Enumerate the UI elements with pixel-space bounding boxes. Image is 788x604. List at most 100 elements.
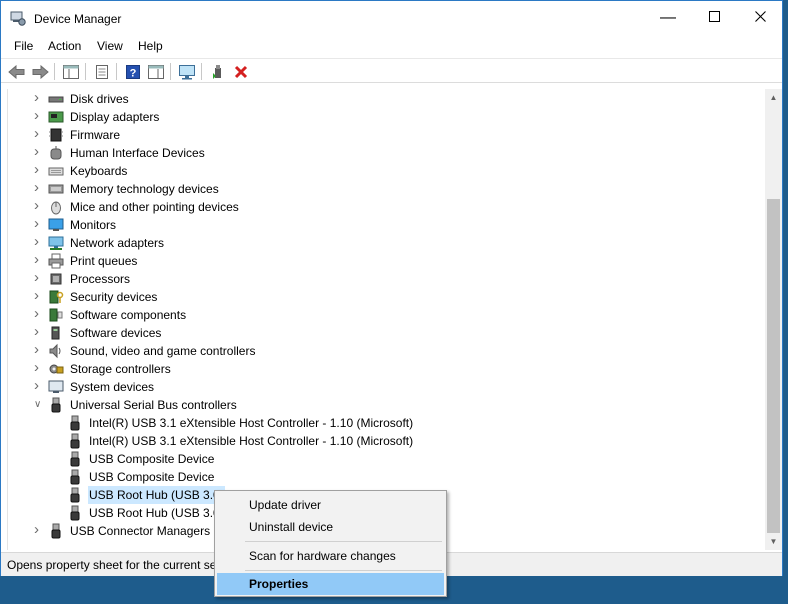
- tree-category[interactable]: › System devices: [8, 377, 765, 396]
- chevron-right-icon[interactable]: ›: [34, 341, 43, 359]
- tree-item-label: Processors: [70, 272, 131, 286]
- keyboard-icon: [48, 163, 64, 179]
- chevron-right-icon[interactable]: ›: [34, 215, 43, 233]
- tree-item-label: Storage controllers: [70, 362, 171, 376]
- tree-category[interactable]: › Mice and other pointing devices: [8, 197, 765, 216]
- chevron-right-icon[interactable]: ›: [34, 197, 43, 215]
- chevron-right-icon[interactable]: ›: [34, 89, 43, 107]
- tree-category[interactable]: › Storage controllers: [8, 359, 765, 378]
- device-tree[interactable]: › Disk drives › Display adapters › Firmware › H…: [7, 89, 765, 550]
- vertical-scrollbar[interactable]: ▲ ▼: [765, 89, 782, 550]
- tree-item-label: Sound, video and game controllers: [70, 344, 256, 358]
- tree-category[interactable]: › Processors: [8, 269, 765, 288]
- minimize-button[interactable]: —: [645, 1, 691, 35]
- system-device-icon: [48, 379, 64, 395]
- tree-category[interactable]: › Display adapters: [8, 107, 765, 126]
- toolbar-separator: [116, 63, 117, 80]
- menu-view[interactable]: View: [97, 39, 123, 53]
- chevron-right-icon[interactable]: ›: [34, 107, 43, 125]
- device-manager-icon: [10, 10, 26, 26]
- back-button[interactable]: [7, 62, 27, 81]
- processor-icon: [48, 271, 64, 287]
- chevron-right-icon[interactable]: ›: [34, 377, 43, 395]
- action-pane-button[interactable]: [146, 62, 166, 81]
- tree-category[interactable]: › Software components: [8, 305, 765, 324]
- menu-item-uninstall-device[interactable]: Uninstall device: [217, 516, 444, 538]
- tree-device[interactable]: USB Composite Device: [8, 450, 765, 468]
- tree-device[interactable]: USB Composite Device: [8, 468, 765, 486]
- printer-icon: [48, 253, 64, 269]
- tree-category[interactable]: › Monitors: [8, 215, 765, 234]
- tree-category[interactable]: › Sound, video and game controllers: [8, 341, 765, 360]
- menu-action[interactable]: Action: [48, 39, 81, 53]
- menu-item-scan-hardware[interactable]: Scan for hardware changes: [217, 545, 444, 567]
- tree-item-label: Security devices: [70, 290, 158, 304]
- menu-help[interactable]: Help: [138, 39, 163, 53]
- tree-item-label: USB Root Hub (USB 3.0): [88, 486, 225, 504]
- help-toolbar-button[interactable]: ?: [123, 62, 143, 81]
- scroll-down-button[interactable]: ▼: [765, 533, 782, 550]
- tree-item-label: Intel(R) USB 3.1 eXtensible Host Control…: [89, 416, 414, 430]
- menu-item-update-driver[interactable]: Update driver: [217, 494, 444, 516]
- scrollbar-thumb[interactable]: [767, 199, 780, 533]
- chevron-right-icon[interactable]: ›: [34, 287, 43, 305]
- title-bar[interactable]: Device Manager —: [1, 1, 782, 35]
- menu-item-properties[interactable]: Properties: [217, 573, 444, 595]
- chevron-right-icon[interactable]: ›: [34, 323, 43, 341]
- tree-device[interactable]: Intel(R) USB 3.1 eXtensible Host Control…: [8, 414, 765, 432]
- chevron-right-icon[interactable]: ›: [34, 359, 43, 377]
- chevron-down-icon[interactable]: ∨: [34, 396, 43, 414]
- tree-item-label: Software devices: [70, 326, 162, 340]
- speaker-icon: [48, 343, 64, 359]
- tree-item-label: USB Root Hub (USB 3.0): [89, 506, 224, 520]
- tree-item-label: USB Connector Managers: [70, 524, 211, 538]
- tree-category[interactable]: › Software devices: [8, 323, 765, 342]
- tree-category[interactable]: › Human Interface Devices: [8, 143, 765, 162]
- chevron-right-icon[interactable]: ›: [34, 269, 43, 287]
- maximize-button[interactable]: [691, 1, 737, 35]
- tree-category-expanded[interactable]: ∨ Universal Serial Bus controllers: [8, 396, 765, 414]
- tree-category[interactable]: › Print queues: [8, 251, 765, 270]
- tree-category[interactable]: › Security devices: [8, 287, 765, 306]
- tree-device[interactable]: Intel(R) USB 3.1 eXtensible Host Control…: [8, 432, 765, 450]
- tree-category[interactable]: › Firmware: [8, 125, 765, 144]
- tree-category[interactable]: › Keyboards: [8, 161, 765, 180]
- red-x-icon: [234, 65, 248, 78]
- usb-icon: [67, 415, 83, 431]
- svg-text:?: ?: [130, 67, 137, 79]
- forward-button[interactable]: [30, 62, 50, 81]
- show-hide-console-tree-button[interactable]: [61, 62, 81, 81]
- context-menu: Update driver Uninstall device Scan for …: [214, 490, 447, 597]
- tree-item-label: Intel(R) USB 3.1 eXtensible Host Control…: [89, 434, 414, 448]
- menu-file[interactable]: File: [14, 39, 33, 53]
- usb-icon: [48, 523, 64, 539]
- scroll-up-button[interactable]: ▲: [765, 89, 782, 106]
- window-title: Device Manager: [34, 12, 122, 26]
- properties-sheet-icon: [96, 64, 108, 79]
- tree-category[interactable]: › Memory technology devices: [8, 179, 765, 198]
- tree-item-label: Disk drives: [70, 92, 129, 106]
- uninstall-toolbar-button[interactable]: [231, 62, 251, 81]
- chevron-right-icon[interactable]: ›: [34, 125, 43, 143]
- chevron-right-icon[interactable]: ›: [34, 251, 43, 269]
- close-icon: [754, 9, 766, 27]
- update-driver-toolbar-button[interactable]: [208, 62, 228, 81]
- tree-category[interactable]: › Network adapters: [8, 233, 765, 252]
- chevron-right-icon[interactable]: ›: [34, 233, 43, 251]
- scan-hardware-toolbar-button[interactable]: [177, 62, 197, 81]
- close-button[interactable]: [737, 1, 783, 35]
- chevron-right-icon[interactable]: ›: [34, 521, 43, 539]
- chevron-right-icon[interactable]: ›: [34, 161, 43, 179]
- toolbar-separator: [54, 63, 55, 80]
- chevron-right-icon[interactable]: ›: [34, 305, 43, 323]
- maximize-icon: [708, 9, 720, 27]
- tree-category[interactable]: › Disk drives: [8, 89, 765, 108]
- properties-toolbar-button[interactable]: [92, 62, 112, 81]
- monitor-icon: [48, 217, 64, 233]
- tree-item-label: Software components: [70, 308, 187, 322]
- chevron-up-icon: ▲: [769, 93, 778, 102]
- tree-item-label: System devices: [70, 380, 155, 394]
- display-adapter-icon: [48, 109, 64, 125]
- chevron-right-icon[interactable]: ›: [34, 179, 43, 197]
- chevron-right-icon[interactable]: ›: [34, 143, 43, 161]
